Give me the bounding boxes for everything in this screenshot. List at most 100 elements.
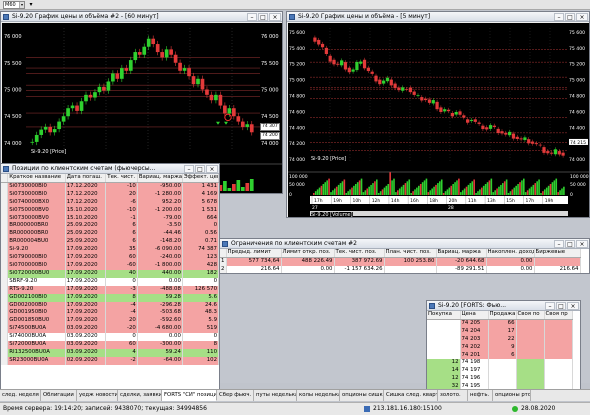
cell-varm[interactable]: -148.20 [137,238,183,247]
cell-name[interactable]: Si0740000BX0 [7,198,66,207]
chart-5min-titlebar[interactable]: Si-9.20 График цены и объёма - [5 минут]… [287,12,589,22]
cell-date[interactable]: 17.09.2020 [65,261,107,270]
col-short-name[interactable]: Краткое название [7,174,66,183]
limits-titlebar[interactable]: Ограничения по клиентским счетам #2 – □ × [220,239,589,249]
cell-pos[interactable]: 6 [105,238,138,247]
cell-varm[interactable]: -1 800.00 [137,261,183,270]
cell-varm[interactable]: 59.24 [137,348,183,357]
table-row[interactable]: Si0740000BX0 17.12.2020 -6 952.20 5 678 [1,198,219,207]
cell-pos[interactable]: -60 [105,261,138,270]
cell-date[interactable]: 25.09.2020 [65,222,107,231]
cell-own-buy[interactable] [516,343,545,352]
cell-date[interactable]: 17.09.2020 [65,285,107,294]
cell-pos[interactable]: -20 [105,325,138,334]
cell-varm[interactable]: 0.00 [137,333,183,342]
cell-varm[interactable]: -300.00 [137,341,183,349]
cell-idx[interactable] [1,285,9,294]
table-row[interactable]: SBRF-9.20 17.09.2020 0 0.00 0 [1,277,219,286]
tab-6[interactable]: Сбер фьюч. [217,390,254,401]
col-accrued-income[interactable]: Накоплен. доход [486,249,535,258]
cell-varm[interactable]: -44.46 [137,230,183,239]
cell-varm[interactable]: -240.00 [137,254,183,262]
cell-eff[interactable]: 5.6 [182,293,219,302]
dropdown-arrow-icon[interactable]: ▾ [27,1,35,9]
close-icon[interactable]: × [567,302,579,310]
cell-varm[interactable]: 952.20 [137,198,183,207]
cell-buy[interactable] [427,335,461,344]
tab-8[interactable]: колы неделька [297,390,340,401]
cell-eff[interactable]: 0 [182,333,219,342]
col-expiry-date[interactable]: Дата погаш. [65,174,107,183]
cell-idx[interactable] [1,261,9,270]
orderbook-titlebar[interactable]: Si-9.20 [FORTS: Фью... – □ × [427,301,580,311]
col-cur-pos[interactable]: Тек. чист. поз. [334,249,385,258]
cell-idx[interactable] [1,317,9,326]
cell-pos[interactable]: -6 [105,198,138,207]
cell-varm[interactable]: -20 644.68 [436,257,487,266]
cell-varm[interactable]: -79.00 [137,214,183,223]
cell-eff[interactable]: 8 [182,341,219,349]
tab-12[interactable]: нефть. [468,390,493,401]
cell-eff[interactable]: 1 531 [182,206,219,215]
cell-price[interactable]: 74 203 [460,335,489,344]
table-row[interactable]: BR000000BR0 25.09.2020 6 -44.46 0.56 [1,230,219,239]
cell-pos[interactable]: -4 [105,301,138,310]
tab-1[interactable]: след. неделя [0,390,41,401]
cell-name[interactable]: Si0730000BI0 [7,182,66,191]
maximize-icon[interactable]: □ [195,165,205,173]
cell-pos[interactable]: -4 [105,309,138,318]
cell-varm[interactable]: -3.50 [137,222,183,231]
positions-titlebar[interactable]: Позиции по клиентским счетам (фьючерсы..… [1,164,219,174]
cell-idx[interactable] [1,206,9,215]
cell-date[interactable]: 03.09.2020 [65,325,107,334]
cell-idx[interactable] [1,254,9,262]
col-eff-price[interactable]: Эффект. цена [182,174,219,183]
cell-own-sell[interactable] [544,343,573,352]
cell-name[interactable]: GD002000BI0 [7,301,66,310]
chevron-down-icon[interactable]: ▾ [19,2,24,8]
cell-idx[interactable] [1,230,9,239]
table-row[interactable]: Si-9.20 17.09.2020 35 -6 090.00 74 387 [1,246,219,255]
cell-date[interactable]: 02.09.2020 [65,356,107,365]
cell-idx[interactable] [1,269,9,278]
cell-idx[interactable] [1,333,9,342]
table-row[interactable]: GD001850BU0 17.09.2020 20 -592.60 5.9 [1,317,219,326]
cell-pos[interactable]: -10 [105,206,138,215]
cell-name[interactable]: SR23000BU0A [7,356,66,365]
cell-pos[interactable]: 8 [105,293,138,302]
cell-pos[interactable]: 40 [105,269,138,278]
cell-eff[interactable]: 110 [182,348,219,357]
cell-name[interactable]: GD001950BI0 [7,309,66,318]
cell-eff[interactable]: 0.71 [182,238,219,247]
cell-date[interactable]: 03.09.2020 [65,341,107,349]
col-price[interactable]: Цена [460,311,489,320]
tab-5[interactable]: FORTS "СИ" позицин... [162,390,217,401]
cell-birz[interactable] [534,257,581,266]
cell-varm[interactable]: -64.00 [137,356,183,365]
cell-idx[interactable] [1,348,9,357]
cell-eff[interactable]: 123 [182,254,219,262]
cell-own-sell[interactable] [544,335,573,344]
col-own-buy[interactable]: Своя по [516,311,545,320]
col-plan-pos[interactable]: План. чист. поз. [384,249,437,258]
cell-eff[interactable]: 0 [182,222,219,231]
table-row[interactable]: 1 577 734,64 488 226.49 387 972.69 100 253.8… [220,257,581,266]
cell-birz[interactable]: 216.64 [534,265,581,273]
col-buy[interactable]: Покупка [427,311,461,320]
cell-sell[interactable]: 66 [488,319,517,328]
cell-own-buy[interactable] [516,335,545,344]
cell-pos[interactable]: 6 [105,230,138,239]
cell-name[interactable]: BR000004BU0 [7,238,66,247]
cell-date[interactable]: 03.09.2020 [65,348,107,357]
cell-own-buy[interactable] [516,367,545,376]
cell-buy[interactable]: 12 [427,375,461,384]
cell-date[interactable]: 17.09.2020 [65,254,107,262]
cell-price[interactable]: 74 197 [460,367,489,376]
cell-date[interactable]: 15.10.2020 [65,214,107,223]
bid-row[interactable]: 14 74 197 [427,367,573,376]
cell-acc[interactable]: 0.00 [486,265,535,273]
table-row[interactable]: Si74000BU0A 03.09.2020 0 0.00 0 [1,333,219,342]
table-row[interactable]: Si0790000BI0 17.09.2020 60 -240.00 123 [1,254,219,262]
ask-row[interactable]: 74 205 66 [427,319,573,328]
cell-idx[interactable] [1,198,9,207]
